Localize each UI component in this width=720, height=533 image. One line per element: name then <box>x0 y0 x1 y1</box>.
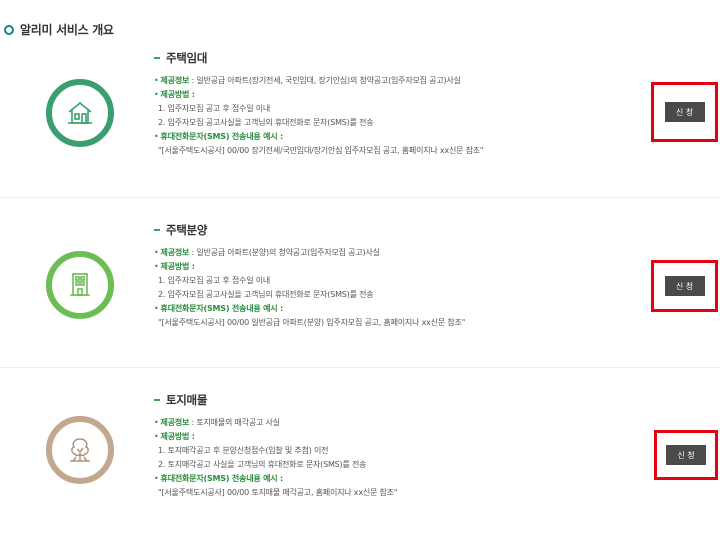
method-step: 1. 입주자모집 공고 후 접수일 이내 <box>158 104 271 113</box>
service-title-text: 주택분양 <box>166 223 208 237</box>
apply-highlight: 신 청 <box>651 82 718 142</box>
method-key: 제공방법 <box>160 262 190 271</box>
sms-suffix: : <box>277 132 284 141</box>
sms-example: "[서울주택도시공사] 00/00 토지매물 매각공고, 홈페이지나 xx신문 … <box>158 488 398 497</box>
info-value: : 일반공급 아파트(분양)의 청약공고(입주자모집 공고)사실 <box>189 248 380 257</box>
sms-example: "[서울주택도시공사] 00/00 일반공급 아파트(분양) 입주자모집 공고,… <box>158 318 466 327</box>
bullet-icon: • <box>154 418 159 427</box>
sms-key: 휴대전화문자(SMS) 전송내용 예시 <box>160 474 278 483</box>
info-key: 제공정보 <box>160 418 190 427</box>
sms-line: • 휴대전화문자(SMS) 전송내용 예시 : <box>154 302 465 316</box>
method-suffix: : <box>189 432 195 441</box>
info-line: • 제공정보 : 토지매물의 매각공고 사실 <box>154 416 397 430</box>
method-step: 2. 토지매각공고 사실을 고객님의 휴대전화로 문자(SMS)를 전송 <box>158 460 367 469</box>
info-key: 제공정보 <box>160 248 190 257</box>
heading-bullet-icon <box>4 24 14 35</box>
apply-highlight: 신 청 <box>651 260 718 312</box>
title-dash-icon <box>154 229 160 231</box>
method-suffix: : <box>189 90 195 99</box>
house-icon <box>68 101 92 124</box>
building-icon-circle <box>46 251 114 319</box>
sms-key: 휴대전화문자(SMS) 전송내용 예시 <box>160 304 278 313</box>
section-divider <box>0 367 720 368</box>
method-step: 1. 토지매각공고 후 분양신청접수(입찰 및 추첨) 이전 <box>158 446 329 455</box>
sms-suffix: : <box>277 304 284 313</box>
bullet-icon: • <box>154 248 159 257</box>
bullet-icon: • <box>154 90 159 99</box>
sms-line: • 휴대전화문자(SMS) 전송내용 예시 : <box>154 130 483 144</box>
title-dash-icon <box>154 399 160 401</box>
apply-button-land[interactable]: 신 청 <box>666 445 706 465</box>
bullet-icon: • <box>154 474 159 483</box>
method-line: • 제공방법 : <box>154 88 483 102</box>
apply-highlight: 신 청 <box>654 430 718 480</box>
info-key: 제공정보 <box>160 76 190 85</box>
service-title-text: 토지매물 <box>166 393 208 407</box>
method-step: 1. 입주자모집 공고 후 접수일 이내 <box>158 276 271 285</box>
house-icon-circle <box>46 79 114 147</box>
page-title: 알리미 서비스 개요 <box>20 23 114 37</box>
apply-button-sale[interactable]: 신 청 <box>664 276 705 296</box>
method-line: • 제공방법 : <box>154 430 397 444</box>
service-title: 주택분양 <box>154 222 465 238</box>
method-key: 제공방법 <box>160 432 190 441</box>
info-value: : 토지매물의 매각공고 사실 <box>189 418 281 427</box>
service-title: 토지매물 <box>154 392 397 408</box>
bullet-icon: • <box>154 432 159 441</box>
service-title-text: 주택임대 <box>166 51 208 65</box>
method-suffix: : <box>189 262 195 271</box>
method-step: 2. 입주자모집 공고사실을 고객님의 휴대전화로 문자(SMS)를 전송 <box>158 290 374 299</box>
info-line: • 제공정보 : 일반공급 아파트(장기전세, 국민임대, 장기안심)의 청약공고… <box>154 74 483 88</box>
sms-example: "[서울주택도시공사] 00/00 장기전세/국민임대/장기안심 입주자모집 공… <box>158 146 484 155</box>
apartment-building-icon <box>70 273 90 296</box>
title-dash-icon <box>154 57 160 59</box>
bullet-icon: • <box>154 132 159 141</box>
sms-line: • 휴대전화문자(SMS) 전송내용 예시 : <box>154 472 397 486</box>
land-tree-icon <box>70 438 90 462</box>
bullet-icon: • <box>154 304 159 313</box>
bullet-icon: • <box>154 76 159 85</box>
service-title: 주택임대 <box>154 50 483 66</box>
section-divider <box>0 197 720 198</box>
sms-key: 휴대전화문자(SMS) 전송내용 예시 <box>160 132 278 141</box>
sms-suffix: : <box>277 474 284 483</box>
bullet-icon: • <box>154 262 159 271</box>
apply-button-rental[interactable]: 신 청 <box>664 102 705 122</box>
method-step: 2. 입주자모집 공고사실을 고객님의 휴대전화로 문자(SMS)를 전송 <box>158 118 374 127</box>
tree-icon-circle <box>46 416 114 484</box>
info-line: • 제공정보 : 일반공급 아파트(분양)의 청약공고(입주자모집 공고)사실 <box>154 246 465 260</box>
method-key: 제공방법 <box>160 90 190 99</box>
info-value: : 일반공급 아파트(장기전세, 국민임대, 장기안심)의 청약공고(입주자모집… <box>189 76 461 85</box>
method-line: • 제공방법 : <box>154 260 465 274</box>
page-heading: 알리미 서비스 개요 <box>4 21 114 38</box>
